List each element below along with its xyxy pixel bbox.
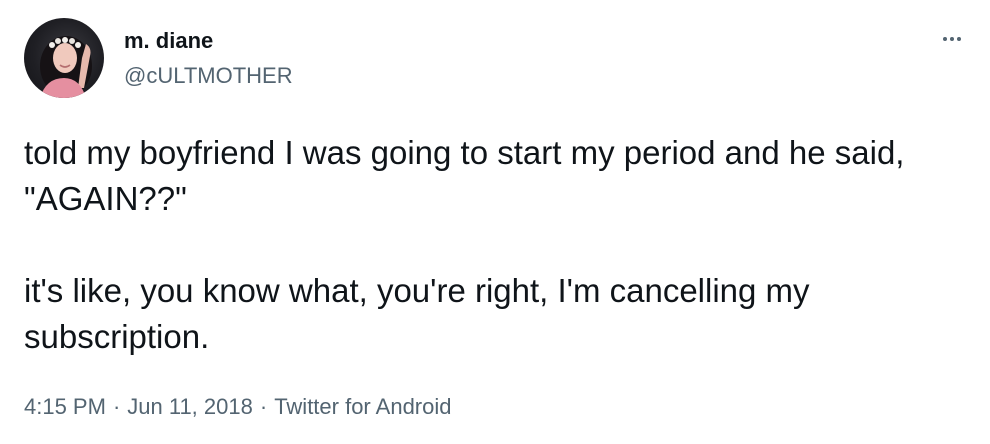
author-display-name[interactable]: m. diane xyxy=(124,27,213,55)
tweet-timestamp-time[interactable]: 4:15 PM xyxy=(24,393,106,421)
more-horizontal-icon xyxy=(943,37,947,41)
tweet-metadata: 4:15 PM · Jun 11, 2018 · Twitter for And… xyxy=(24,393,452,421)
more-horizontal-icon-dot xyxy=(950,37,954,41)
metadata-separator: · xyxy=(259,394,268,419)
avatar[interactable] xyxy=(24,18,104,98)
tweet-timestamp-date[interactable]: Jun 11, 2018 xyxy=(127,393,253,421)
more-horizontal-icon-dot xyxy=(957,37,961,41)
metadata-separator: · xyxy=(112,394,121,419)
tweet-source[interactable]: Twitter for Android xyxy=(274,393,451,421)
author-handle[interactable]: @cULTMOTHER xyxy=(124,62,293,90)
tweet-text: told my boyfriend I was going to start m… xyxy=(24,134,905,355)
tweet-card: m. diane @cULTMOTHER told my boyfriend I… xyxy=(0,0,990,444)
profile-photo xyxy=(40,36,92,98)
more-options-button[interactable] xyxy=(938,28,966,50)
